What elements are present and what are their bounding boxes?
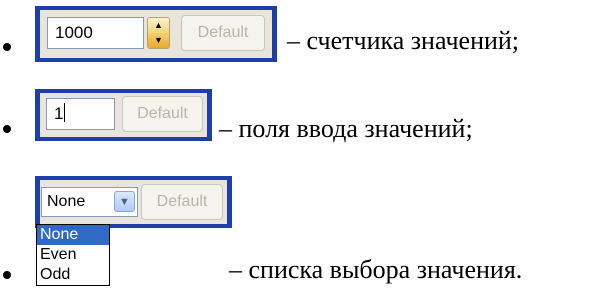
- select-options-list: None Even Odd: [36, 224, 110, 286]
- select-current-value: None: [47, 193, 86, 210]
- value-input-field[interactable]: 1: [46, 98, 115, 130]
- chevron-down-icon[interactable]: ▼: [114, 191, 135, 212]
- spinner-up-icon[interactable]: ▲: [148, 18, 169, 34]
- spinner-down-icon[interactable]: ▼: [148, 33, 169, 48]
- bullet-icon: [3, 125, 11, 133]
- select-option-even[interactable]: Even: [37, 245, 109, 265]
- text-caret: [64, 103, 66, 122]
- spinner-default-button[interactable]: Default: [181, 15, 265, 51]
- bullet-icon: [3, 271, 11, 279]
- spinner-widget-frame: 1000 ▲ ▼ Default: [35, 6, 277, 62]
- select-option-none[interactable]: None: [37, 225, 109, 245]
- textfield-default-button[interactable]: Default: [122, 96, 203, 132]
- textfield-description: – поля ввода значений;: [219, 114, 473, 143]
- spinner-description: – счетчика значений;: [287, 26, 520, 55]
- spinner-buttons[interactable]: ▲ ▼: [147, 17, 170, 49]
- select-description: – списка выбора значения.: [229, 255, 523, 284]
- bullet-icon: [3, 43, 11, 51]
- select-option-odd[interactable]: Odd: [37, 265, 109, 285]
- textfield-widget-frame: 1 Default: [35, 89, 212, 141]
- select-widget-frame: None ▼ Default: [35, 176, 232, 228]
- spinner-value-field[interactable]: 1000: [47, 17, 144, 49]
- select-default-button[interactable]: Default: [141, 184, 223, 220]
- value-input-text: 1: [54, 104, 64, 123]
- value-select[interactable]: None ▼: [41, 187, 138, 217]
